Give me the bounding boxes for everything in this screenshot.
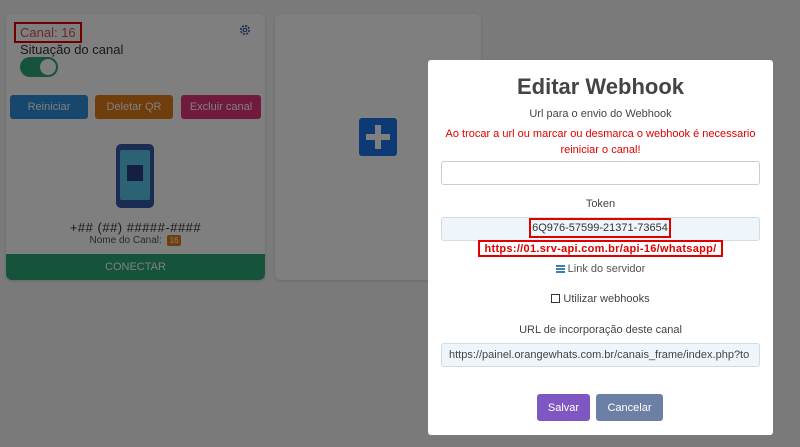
list-icon bbox=[555, 265, 565, 274]
embed-url-field[interactable]: https://painel.orangewhats.com.br/canais… bbox=[441, 343, 760, 367]
use-webhooks-label: Utilizar webhooks bbox=[563, 293, 650, 305]
webhook-url-input[interactable] bbox=[441, 161, 760, 185]
use-webhooks-checkbox[interactable] bbox=[551, 294, 561, 303]
save-button[interactable]: Salvar bbox=[537, 394, 590, 421]
server-url: https://01.srv-api.com.br/api-16/whatsap… bbox=[478, 240, 723, 257]
webhook-url-label: Url para o envio do Webhook bbox=[529, 108, 672, 120]
embed-url-label: URL de incorporação deste canal bbox=[519, 324, 682, 336]
server-link[interactable]: Link do servidor bbox=[428, 263, 773, 275]
use-webhooks-row[interactable]: Utilizar webhooks bbox=[428, 293, 773, 305]
edit-webhook-modal: Editar Webhook Url para o envio do Webho… bbox=[428, 60, 773, 435]
cancel-button[interactable]: Cancelar bbox=[596, 394, 663, 421]
token-value: 6Q976-57599-21371-73654 bbox=[529, 218, 671, 238]
token-label: Token bbox=[585, 198, 616, 210]
restart-warning: Ao trocar a url ou marcar ou desmarca o … bbox=[445, 128, 756, 156]
server-link-label: Link do servidor bbox=[567, 263, 646, 275]
modal-title: Editar Webhook bbox=[516, 74, 685, 99]
